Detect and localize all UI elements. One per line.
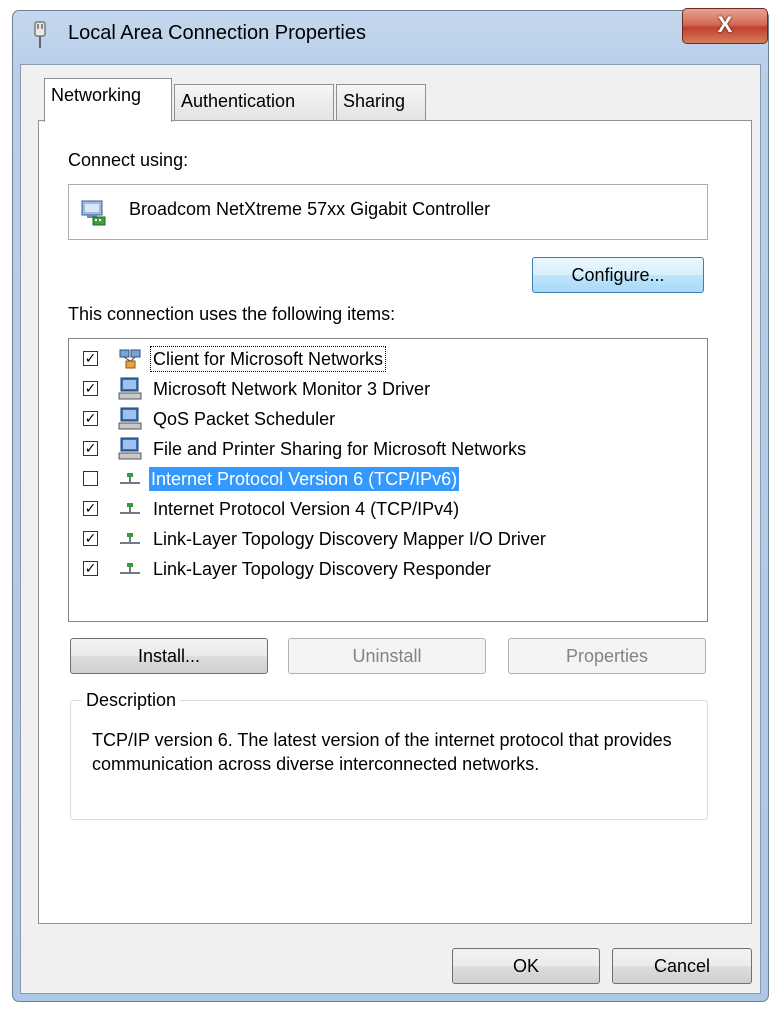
item-label: Link-Layer Topology Discovery Responder xyxy=(153,559,491,579)
list-item[interactable]: ✓ Client for Microsoft Networks xyxy=(83,345,703,373)
computer-icon xyxy=(118,407,142,430)
checkbox[interactable]: ✓ xyxy=(83,351,98,366)
list-item[interactable]: ✓ QoS Packet Scheduler xyxy=(83,405,703,433)
network-plug-icon xyxy=(34,21,46,48)
checkbox[interactable]: ✓ xyxy=(83,501,98,516)
tab-sharing[interactable]: Sharing xyxy=(336,84,426,120)
item-label: Client for Microsoft Networks xyxy=(149,346,387,372)
checkbox[interactable]: ✓ xyxy=(83,531,98,546)
protocol-icon xyxy=(120,503,140,514)
list-item[interactable]: ✓ Internet Protocol Version 4 (TCP/IPv4) xyxy=(83,495,703,523)
close-button[interactable]: X xyxy=(682,8,768,44)
item-label: Internet Protocol Version 6 (TCP/IPv6) xyxy=(149,467,460,491)
item-label: Link-Layer Topology Discovery Mapper I/O… xyxy=(153,529,546,549)
protocol-icon xyxy=(120,563,140,574)
list-item-selected[interactable]: Internet Protocol Version 6 (TCP/IPv6) xyxy=(83,465,703,493)
item-label: QoS Packet Scheduler xyxy=(153,409,336,429)
connection-items-list[interactable]: ✓ Client for Microsoft Networks ✓ Micros… xyxy=(68,338,708,622)
checkbox[interactable]: ✓ xyxy=(83,441,98,456)
list-item[interactable]: ✓ Link-Layer Topology Discovery Mapper I… xyxy=(83,525,703,553)
adapter-box: Broadcom NetXtreme 57xx Gigabit Controll… xyxy=(68,184,708,240)
close-icon: X xyxy=(717,12,733,37)
checkbox[interactable]: ✓ xyxy=(83,561,98,576)
adapter-name: Broadcom NetXtreme 57xx Gigabit Controll… xyxy=(129,199,491,219)
window-title: Local Area Connection Properties xyxy=(68,22,366,44)
tab-label: Sharing xyxy=(343,91,406,111)
checkbox[interactable]: ✓ xyxy=(83,381,98,396)
checkbox[interactable]: ✓ xyxy=(83,411,98,426)
protocol-icon xyxy=(120,473,140,484)
checkbox[interactable] xyxy=(83,471,98,486)
tab-label: Authentication xyxy=(181,91,296,111)
list-item[interactable]: ✓ Microsoft Network Monitor 3 Driver xyxy=(83,375,703,403)
computer-icon xyxy=(118,377,142,400)
ok-button[interactable]: OK xyxy=(452,948,600,984)
list-item[interactable]: ✓ File and Printer Sharing for Microsoft… xyxy=(83,435,703,463)
protocol-icon xyxy=(120,533,140,544)
tab-networking[interactable]: Networking xyxy=(44,78,172,122)
network-adapter-icon xyxy=(81,200,106,226)
properties-button[interactable]: Properties xyxy=(508,638,706,674)
item-label: Microsoft Network Monitor 3 Driver xyxy=(153,379,431,399)
list-item[interactable]: ✓ Link-Layer Topology Discovery Responde… xyxy=(83,555,703,583)
cancel-button[interactable]: Cancel xyxy=(612,948,752,984)
network-client-icon xyxy=(119,349,141,369)
tab-authentication[interactable]: Authentication xyxy=(174,84,334,120)
computer-icon xyxy=(118,437,142,460)
item-label: Internet Protocol Version 4 (TCP/IPv4) xyxy=(153,499,460,519)
configure-button[interactable]: Configure... xyxy=(532,257,704,293)
uninstall-button[interactable]: Uninstall xyxy=(288,638,486,674)
items-label: This connection uses the following items… xyxy=(68,304,396,324)
install-button[interactable]: Install... xyxy=(70,638,268,674)
connect-using-label: Connect using: xyxy=(68,150,189,170)
item-label: File and Printer Sharing for Microsoft N… xyxy=(153,439,527,459)
tab-label: Networking xyxy=(51,85,142,105)
description-legend: Description xyxy=(82,690,181,711)
description-text: TCP/IP version 6. The latest version of … xyxy=(92,730,672,774)
